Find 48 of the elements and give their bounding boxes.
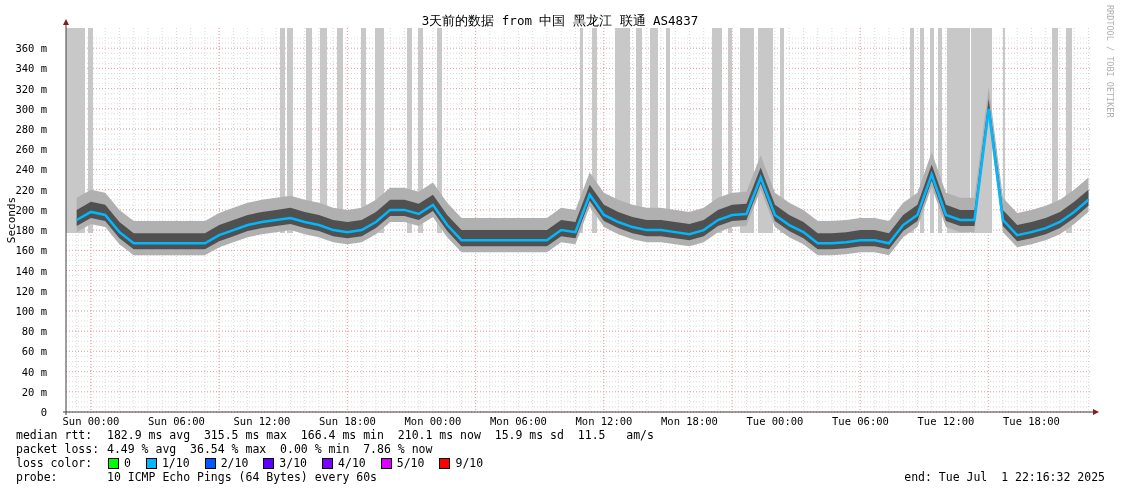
y-tick-label: 220 m xyxy=(15,183,47,196)
y-tick-label: 60 m xyxy=(21,345,47,358)
y-tick-label: 340 m xyxy=(15,62,47,75)
y-tick-label: 280 m xyxy=(15,123,47,136)
x-tick-label: Sun 18:00 xyxy=(319,415,376,427)
legend-label: 2/10 xyxy=(220,456,249,470)
y-tick-label: 80 m xyxy=(21,325,47,338)
x-tick-label: Sun 12:00 xyxy=(233,415,291,427)
probe-text: 10 ICMP Echo Pings (64 Bytes) every 60s xyxy=(107,470,378,484)
stat-label: loss color: xyxy=(16,456,94,470)
y-tick-label: 360 m xyxy=(15,42,47,55)
x-tick-label: Tue 12:00 xyxy=(917,415,975,427)
legend-label: 0 xyxy=(124,456,131,470)
y-tick-label: 120 m xyxy=(15,284,47,297)
x-tick-label: Mon 00:00 xyxy=(404,415,462,427)
x-tick-label: Mon 06:00 xyxy=(490,415,547,427)
stat-label: packet loss: xyxy=(16,442,101,456)
x-tick-label: Tue 00:00 xyxy=(746,415,804,427)
x-tick-label: Sun 00:00 xyxy=(62,415,120,427)
y-tick-label: 200 m xyxy=(15,203,47,216)
y-tick-label: 100 m xyxy=(15,304,47,317)
stat-label: probe: xyxy=(16,470,59,484)
legend-label: 1/10 xyxy=(161,456,190,470)
end-time: end: Tue Jul 1 22:16:32 2025 xyxy=(904,470,1105,484)
y-tick-label: 40 m xyxy=(21,365,47,378)
stat-label: median rtt: xyxy=(16,428,94,442)
y-tick-label: 300 m xyxy=(15,102,47,115)
y-tick-label: 160 m xyxy=(15,244,47,257)
x-tick-label: Sun 06:00 xyxy=(148,415,205,427)
y-tick-label: 0 xyxy=(40,406,47,418)
stat-values: 4.49 % avg 36.54 % max 0.00 % min 7.86 % now xyxy=(107,442,433,456)
y-tick-label: 180 m xyxy=(15,224,47,237)
x-tick-label: Mon 12:00 xyxy=(575,415,633,427)
x-tick-label: Mon 18:00 xyxy=(661,415,718,427)
stat-values: 182.9 ms avg 315.5 ms max 166.4 ms min 210.1 ms now 15.9 ms sd 11.5 am/s xyxy=(107,428,654,442)
legend-label: 4/10 xyxy=(338,456,366,470)
legend-label: 5/10 xyxy=(396,456,425,470)
legend-label: 9/10 xyxy=(455,456,484,470)
legend-label: 3/10 xyxy=(279,456,308,470)
y-tick-label: 140 m xyxy=(15,264,47,277)
y-tick-label: 20 m xyxy=(21,385,47,398)
chart-title: 3天前的数据 from 中国 黑龙江 联通 AS4837 xyxy=(421,13,699,28)
y-tick-label: 240 m xyxy=(15,163,47,176)
x-tick-label: Tue 06:00 xyxy=(832,415,889,427)
y-tick-label: 260 m xyxy=(15,143,47,156)
x-tick-label: Tue 18:00 xyxy=(1003,415,1060,427)
watermark-text: RRDTOOL / TOBI OETIKER xyxy=(1105,5,1115,118)
y-tick-label: 320 m xyxy=(15,82,47,95)
